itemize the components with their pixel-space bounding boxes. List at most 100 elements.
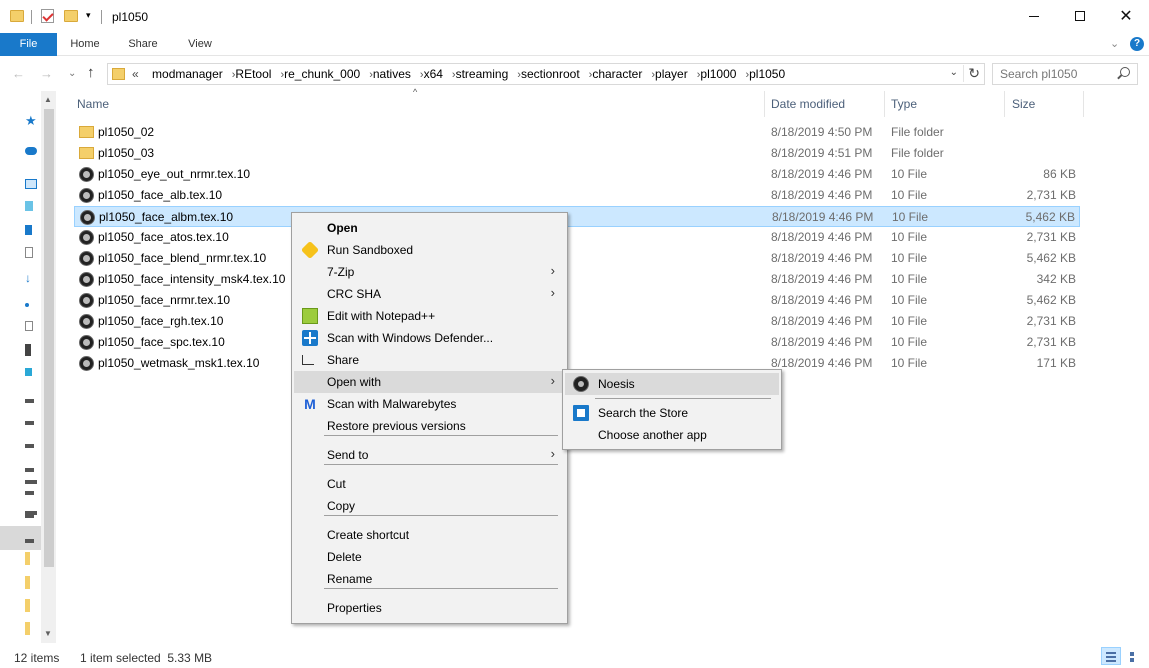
file-row[interactable]: pl1050_face_atos.tex.10 8/18/2019 4:46 PM… xyxy=(74,227,1080,248)
menu-item-edit-with-notepad[interactable]: Edit with Notepad++ xyxy=(294,305,565,327)
recent-locations-button[interactable]: ⌄ xyxy=(68,68,76,79)
downloads-icon[interactable]: ↓ xyxy=(25,271,37,285)
videos-icon[interactable] xyxy=(25,344,31,356)
column-divider[interactable] xyxy=(764,91,765,117)
file-row[interactable]: pl1050_face_blend_nrmr.tex.10 8/18/2019 4… xyxy=(74,248,1080,269)
refresh-icon[interactable]: ↻ xyxy=(963,65,980,82)
properties-icon[interactable] xyxy=(41,9,54,23)
menu-item-create-shortcut[interactable]: Create shortcut xyxy=(294,524,565,546)
column-date-modified[interactable]: Date modified xyxy=(771,97,845,111)
column-divider[interactable] xyxy=(884,91,885,117)
open-with-item-noesis[interactable]: Noesis xyxy=(565,373,779,395)
pictures-icon[interactable] xyxy=(25,321,33,331)
tab-file[interactable]: File xyxy=(0,33,57,56)
music-icon[interactable] xyxy=(25,303,29,307)
drive-icon[interactable] xyxy=(25,491,34,495)
customize-toolbar-icon[interactable]: ▾ xyxy=(86,10,91,28)
scroll-up-icon[interactable]: ▲ xyxy=(44,95,52,104)
column-type[interactable]: Type xyxy=(891,97,917,111)
large-icons-view-button[interactable] xyxy=(1125,647,1145,665)
file-row[interactable]: pl1050_02 8/18/2019 4:50 PM File folder xyxy=(74,122,1080,143)
menu-item-send-to[interactable]: Send to › xyxy=(294,444,565,466)
folder-icon[interactable] xyxy=(25,622,30,635)
column-name[interactable]: Name xyxy=(77,97,109,111)
menu-item-open[interactable]: Open xyxy=(294,217,565,239)
tab-home[interactable]: Home xyxy=(60,33,110,56)
windows-drive-icon[interactable] xyxy=(25,368,32,376)
breadcrumb-item[interactable]: x64 xyxy=(424,67,443,81)
menu-item-crc-sha[interactable]: CRC SHA › xyxy=(294,283,565,305)
navigation-scrollbar[interactable]: ▲ ▼ xyxy=(41,91,56,643)
expand-ribbon-icon[interactable]: ⌄ xyxy=(1110,37,1119,50)
drive-icon[interactable] xyxy=(25,539,34,543)
breadcrumb-item[interactable]: natives xyxy=(373,67,411,81)
menu-item-copy[interactable]: Copy xyxy=(294,495,565,517)
breadcrumb-item[interactable]: sectionroot xyxy=(521,67,580,81)
breadcrumb-overflow[interactable]: « xyxy=(132,67,139,81)
scrollbar-thumb[interactable] xyxy=(44,109,54,567)
folder-icon[interactable] xyxy=(25,576,30,589)
breadcrumb-item[interactable]: player xyxy=(655,67,688,81)
details-view-button[interactable] xyxy=(1101,647,1121,665)
menu-item-7-zip[interactable]: 7-Zip › xyxy=(294,261,565,283)
scroll-down-icon[interactable]: ▼ xyxy=(44,629,52,638)
file-row[interactable]: pl1050_face_spc.tex.10 8/18/2019 4:46 PM 1… xyxy=(74,332,1080,353)
breadcrumb-item[interactable]: modmanager xyxy=(152,67,223,81)
menu-item-rename[interactable]: Rename xyxy=(294,568,565,590)
3d-objects-icon[interactable] xyxy=(25,201,33,211)
help-icon[interactable]: ? xyxy=(1130,37,1144,51)
up-button[interactable]: ↑ xyxy=(87,64,95,81)
documents-icon[interactable] xyxy=(25,247,33,258)
file-row[interactable]: pl1050_face_rgh.tex.10 8/18/2019 4:46 PM 1… xyxy=(74,311,1080,332)
column-size[interactable]: Size xyxy=(1012,97,1035,111)
file-row[interactable]: pl1050_face_intensity_msk4.tex.10 8/18/20… xyxy=(74,269,1080,290)
back-button[interactable]: ← xyxy=(12,66,25,81)
file-row[interactable]: pl1050_eye_out_nrmr.tex.10 8/18/2019 4:46… xyxy=(74,164,1080,185)
open-with-item-choose-another-app[interactable]: Choose another app xyxy=(565,424,779,446)
drive-icon[interactable] xyxy=(25,468,34,472)
breadcrumb-item[interactable]: character xyxy=(592,67,642,81)
search-icon[interactable] xyxy=(1120,67,1130,77)
menu-item-scan-with-malwarebytes[interactable]: M Scan with Malwarebytes xyxy=(294,393,565,415)
nav-selected-item[interactable] xyxy=(0,526,41,550)
forward-button[interactable]: → xyxy=(40,66,53,81)
drive-icon[interactable] xyxy=(25,399,34,403)
file-row[interactable]: pl1050_03 8/18/2019 4:51 PM File folder xyxy=(74,143,1080,164)
menu-item-run-sandboxed[interactable]: Run Sandboxed xyxy=(294,239,565,261)
column-divider[interactable] xyxy=(1083,91,1084,117)
close-button[interactable]: ✕ xyxy=(1103,0,1149,32)
tab-view[interactable]: View xyxy=(175,33,225,56)
network-drive-icon[interactable] xyxy=(25,511,37,515)
address-bar[interactable]: « modmanager ›REtool ›re_chunk_000 ›natives… xyxy=(107,63,985,85)
new-folder-icon[interactable] xyxy=(64,10,78,22)
open-with-item-search-the-store[interactable]: Search the Store xyxy=(565,402,779,424)
breadcrumb-item[interactable]: pl1050 xyxy=(749,67,785,81)
file-row[interactable]: pl1050_face_albm.tex.10 8/18/2019 4:46 PM… xyxy=(74,206,1080,227)
network-drive-icon[interactable] xyxy=(25,480,37,484)
menu-item-delete[interactable]: Delete xyxy=(294,546,565,568)
menu-item-scan-with-windows-defender[interactable]: Scan with Windows Defender... xyxy=(294,327,565,349)
this-pc-icon[interactable] xyxy=(25,179,37,189)
minimize-button[interactable] xyxy=(1011,0,1057,32)
file-row[interactable]: pl1050_face_alb.tex.10 8/18/2019 4:46 PM 1… xyxy=(74,185,1080,206)
search-box[interactable]: Search pl1050 xyxy=(992,63,1138,85)
drive-icon[interactable] xyxy=(25,444,34,448)
drive-icon[interactable] xyxy=(25,421,34,425)
menu-item-share[interactable]: Share xyxy=(294,349,565,371)
desktop-icon[interactable] xyxy=(25,225,32,235)
folder-icon[interactable] xyxy=(25,552,30,565)
maximize-button[interactable] xyxy=(1057,0,1103,32)
tab-share[interactable]: Share xyxy=(118,33,168,56)
menu-item-cut[interactable]: Cut xyxy=(294,473,565,495)
onedrive-icon[interactable] xyxy=(25,147,37,155)
breadcrumb-item[interactable]: REtool xyxy=(235,67,271,81)
quick-access-icon[interactable]: ★ xyxy=(25,113,37,128)
folder-icon[interactable] xyxy=(25,599,30,612)
file-row[interactable]: pl1050_face_nrmr.tex.10 8/18/2019 4:46 PM… xyxy=(74,290,1080,311)
menu-item-properties[interactable]: Properties xyxy=(294,597,565,619)
column-divider[interactable] xyxy=(1004,91,1005,117)
breadcrumb-item[interactable]: pl1000 xyxy=(700,67,736,81)
search-input[interactable]: Search pl1050 xyxy=(1000,67,1077,81)
breadcrumb-item[interactable]: streaming xyxy=(456,67,509,81)
menu-item-open-with[interactable]: Open with › xyxy=(294,371,565,393)
